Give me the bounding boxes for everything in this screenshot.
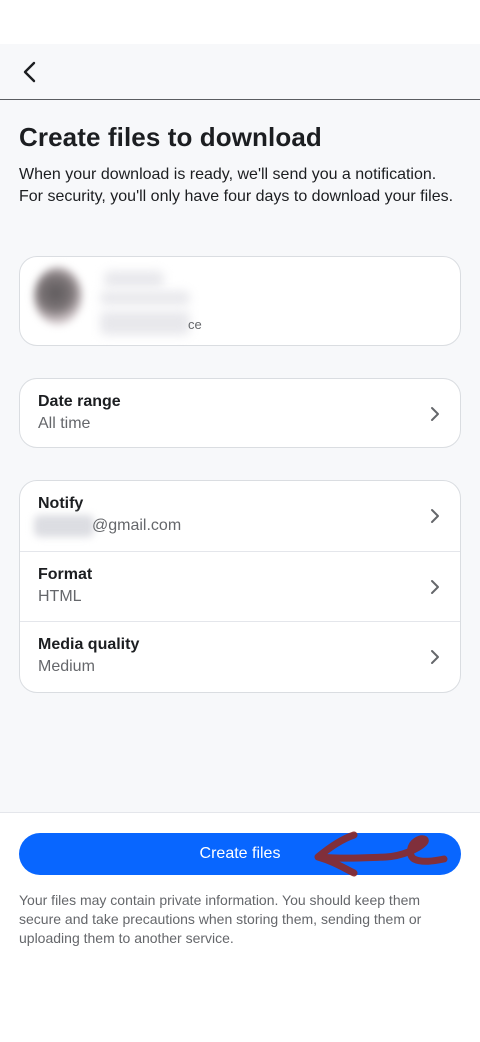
chevron-left-icon xyxy=(23,61,36,83)
back-button[interactable] xyxy=(12,54,48,90)
date-range-title: Date range xyxy=(38,393,121,410)
notify-title: Notify xyxy=(38,495,84,512)
main-content: Create files to download When your downl… xyxy=(0,100,480,812)
page-description: When your download is ready, we'll send … xyxy=(19,166,454,205)
page: Create files to download When your downl… xyxy=(0,0,480,1042)
avatar xyxy=(34,267,82,325)
create-files-button[interactable]: Create files xyxy=(19,833,461,875)
chevron-right-icon xyxy=(431,407,439,421)
notify-row[interactable]: Notify @gmail.com xyxy=(20,481,460,551)
top-bar xyxy=(0,44,480,100)
format-value: HTML xyxy=(38,588,82,605)
media-quality-value: Medium xyxy=(38,658,95,675)
chevron-right-icon xyxy=(431,580,439,594)
chevron-right-icon xyxy=(431,650,439,664)
account-subtitle-suffix: ce xyxy=(188,317,202,332)
chevron-right-icon xyxy=(431,509,439,523)
date-range-value: All time xyxy=(38,415,91,432)
create-files-label: Create files xyxy=(199,845,281,862)
privacy-disclaimer: Your files may contain private informati… xyxy=(19,892,422,946)
date-range-row[interactable]: Date range All time xyxy=(20,379,460,449)
media-quality-title: Media quality xyxy=(38,636,140,653)
date-range-card: Date range All time xyxy=(19,378,461,448)
email-redacted xyxy=(34,515,94,537)
notify-value: @gmail.com xyxy=(92,517,182,534)
account-card: ce xyxy=(19,256,461,346)
media-quality-row[interactable]: Media quality Medium xyxy=(20,621,460,691)
account-subtitle-redacted xyxy=(100,311,190,335)
account-name-redacted xyxy=(104,271,164,287)
page-title: Create files to download xyxy=(19,122,322,152)
footer: Create files Your files may contain priv… xyxy=(0,812,480,1042)
account-detail-redacted xyxy=(100,291,190,305)
settings-group-card: Notify @gmail.com Format HTML Media qual… xyxy=(19,480,461,693)
status-bar-area xyxy=(0,0,480,44)
format-row[interactable]: Format HTML xyxy=(20,551,460,621)
format-title: Format xyxy=(38,566,93,583)
